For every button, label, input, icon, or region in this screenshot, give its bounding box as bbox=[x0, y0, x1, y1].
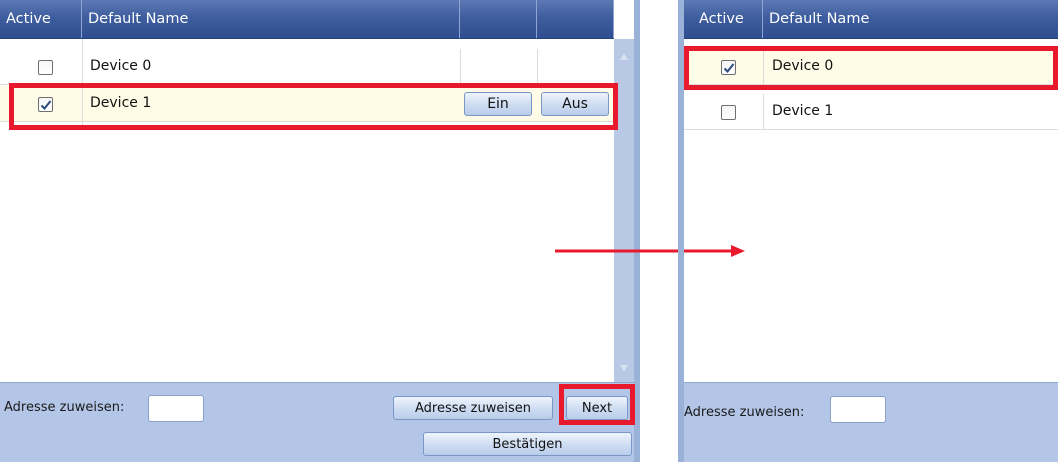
table-row[interactable]: Device 0 bbox=[0, 49, 614, 85]
address-input[interactable] bbox=[830, 396, 886, 423]
scroll-up-icon[interactable] bbox=[620, 53, 628, 60]
checkbox-icon[interactable] bbox=[38, 60, 53, 75]
right-panel: Active Default Name Device 0 Device 1 Ad… bbox=[678, 0, 1058, 462]
on-button[interactable]: Ein bbox=[464, 92, 532, 116]
left-panel: Active Default Name Device 0 Device 1 Ei… bbox=[0, 0, 640, 462]
right-grid-header: Active Default Name bbox=[684, 0, 1058, 39]
device-name: Device 0 bbox=[90, 58, 152, 74]
left-header-col4 bbox=[537, 0, 614, 38]
off-button[interactable]: Aus bbox=[541, 92, 609, 116]
checkbox-icon[interactable] bbox=[721, 60, 736, 75]
col-divider bbox=[763, 94, 764, 129]
left-grid-header: Active Default Name bbox=[0, 0, 614, 39]
right-footer: Adresse zuweisen: bbox=[684, 382, 1058, 462]
device-name: Device 0 bbox=[772, 58, 834, 74]
left-header-active[interactable]: Active bbox=[0, 0, 82, 38]
table-row-selected[interactable]: Device 1 Ein Aus bbox=[0, 86, 614, 122]
right-header-active[interactable]: Active bbox=[684, 0, 763, 38]
assign-address-button[interactable]: Adresse zuweisen bbox=[393, 396, 553, 420]
panel-border bbox=[634, 0, 640, 462]
checkbox-icon[interactable] bbox=[721, 105, 736, 120]
right-header-default-name[interactable]: Default Name bbox=[763, 0, 1058, 38]
device-name: Device 1 bbox=[772, 103, 834, 119]
address-label: Adresse zuweisen: bbox=[4, 400, 125, 415]
col-divider bbox=[460, 49, 461, 84]
col-divider bbox=[82, 49, 83, 84]
left-footer: Adresse zuweisen: Adresse zuweisen Next … bbox=[0, 382, 634, 462]
table-row[interactable]: Device 1 bbox=[684, 94, 1058, 130]
next-button[interactable]: Next bbox=[566, 396, 628, 420]
left-header-default-name[interactable]: Default Name bbox=[82, 0, 460, 38]
col-divider bbox=[537, 49, 538, 84]
vertical-scrollbar[interactable] bbox=[614, 39, 634, 382]
checkbox-icon[interactable] bbox=[38, 97, 53, 112]
left-header-col3 bbox=[460, 0, 537, 38]
device-name: Device 1 bbox=[90, 95, 152, 111]
scroll-down-icon[interactable] bbox=[620, 365, 628, 372]
col-divider bbox=[82, 86, 83, 121]
checkmark-icon bbox=[40, 100, 52, 110]
address-input[interactable] bbox=[148, 395, 204, 422]
confirm-button[interactable]: Bestätigen bbox=[423, 432, 632, 456]
checkmark-icon bbox=[723, 63, 735, 73]
col-divider bbox=[763, 49, 764, 84]
table-row-selected[interactable]: Device 0 bbox=[684, 49, 1058, 85]
address-label: Adresse zuweisen: bbox=[684, 405, 805, 420]
